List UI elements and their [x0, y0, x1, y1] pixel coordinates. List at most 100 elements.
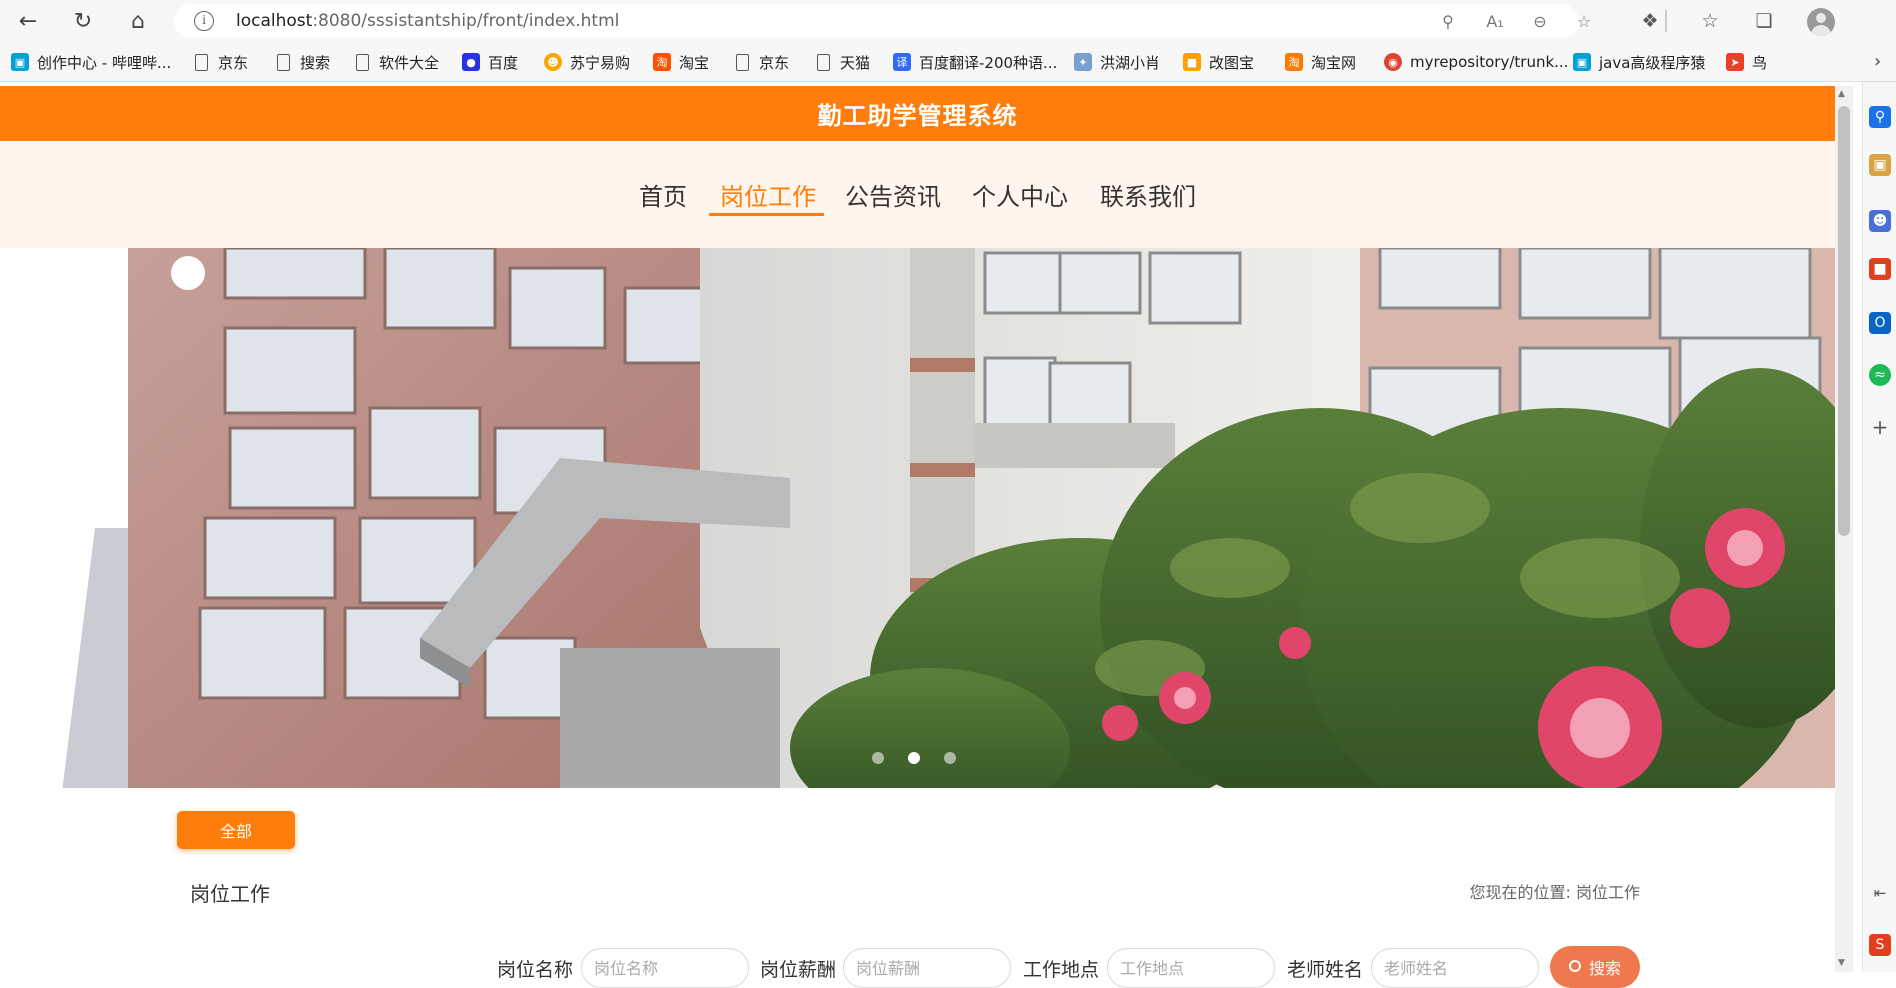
job-name-label: 岗位名称 — [497, 959, 574, 981]
bookmark-item[interactable]: 京东 — [193, 51, 248, 73]
bookmark-item[interactable]: ➤ 鸟 — [1726, 51, 1767, 73]
taobao-icon: 淘 — [1285, 53, 1303, 71]
nav-home[interactable]: 首页 — [639, 177, 687, 212]
bookmark-item[interactable]: 天猫 — [815, 51, 870, 73]
search-icon[interactable]: ⚲ — [1869, 106, 1891, 128]
site-title: 勤工助学管理系统 — [817, 102, 1018, 130]
bookmark-item[interactable]: 译百度翻译-200种语... — [893, 51, 1057, 73]
site-info-icon[interactable]: i — [194, 11, 214, 31]
translate-icon: 译 — [893, 53, 911, 71]
scroll-up-icon[interactable]: ▲ — [1838, 89, 1845, 99]
toolbar-divider — [1665, 10, 1667, 32]
bookmark-item[interactable]: 淘淘宝 — [653, 51, 709, 73]
bookmark-label: 百度 — [488, 53, 519, 72]
work-location-label: 工作地点 — [1023, 959, 1100, 981]
banner-carousel[interactable] — [0, 248, 1835, 788]
filter-all-button[interactable]: 全部 — [177, 811, 295, 849]
collections-icon[interactable]: ❏ — [1751, 8, 1777, 34]
search-button[interactable]: 搜索 — [1550, 946, 1640, 988]
profile-avatar[interactable] — [1807, 8, 1835, 36]
nav-active-underline — [709, 213, 824, 216]
read-aloud-icon[interactable]: A₁ — [1485, 12, 1505, 32]
job-salary-input[interactable] — [843, 948, 1011, 988]
office-icon[interactable]: ■ — [1869, 258, 1891, 280]
nav-jobs[interactable]: 岗位工作 — [720, 177, 816, 212]
bookmark-label: java高级程序猿 — [1599, 53, 1706, 72]
breadcrumb-current[interactable]: 岗位工作 — [1576, 883, 1640, 902]
bilibili-icon: ▣ — [11, 53, 29, 71]
bird-red-icon: ➤ — [1726, 53, 1744, 71]
home-icon[interactable]: ⌂ — [124, 7, 152, 35]
bookmark-label: 淘宝 — [679, 53, 710, 72]
work-location-input[interactable] — [1107, 948, 1275, 988]
gaitubao-icon: ■ — [1183, 53, 1201, 71]
shopping-icon[interactable]: ▣ — [1869, 154, 1891, 176]
bookmark-item[interactable]: 淘淘宝网 — [1285, 51, 1356, 73]
zoom-out-icon[interactable]: ⊖ — [1530, 12, 1550, 32]
refresh-icon[interactable]: ↻ — [69, 7, 97, 35]
bookmark-item[interactable]: ✦ 洪湖小肖 — [1074, 51, 1160, 73]
nav-profile[interactable]: 个人中心 — [972, 177, 1068, 212]
url-path: :8080/sssistantship/front/index.html — [312, 11, 620, 31]
bilibili-icon: ▣ — [1573, 53, 1591, 71]
bookmark-item[interactable]: ● 百度 — [462, 51, 518, 73]
bird-icon: ✦ — [1074, 53, 1092, 71]
favorites-icon[interactable]: ☆ — [1697, 8, 1723, 34]
bookmark-label: 创作中心 - 哔哩哔... — [37, 53, 172, 72]
page-icon — [736, 53, 749, 71]
teacher-name-input[interactable] — [1371, 948, 1539, 988]
address-bar[interactable]: i localhost:8080/sssistantship/front/ind… — [174, 4, 1591, 38]
bookmark-label: 苏宁易购 — [570, 53, 631, 72]
bookmark-label: 搜索 — [300, 53, 331, 72]
bookmark-label: 软件大全 — [379, 53, 440, 72]
chrome-icon: ◉ — [1384, 53, 1402, 71]
nav-news[interactable]: 公告资讯 — [845, 177, 941, 212]
chevron-right-icon[interactable]: › — [1874, 51, 1881, 72]
bookmark-item[interactable]: 搜索 — [275, 51, 330, 73]
scroll-down-icon[interactable]: ▼ — [1838, 958, 1845, 968]
add-icon[interactable]: + — [1869, 415, 1891, 439]
suning-icon: ☻ — [544, 53, 562, 71]
nav-contact[interactable]: 联系我们 — [1100, 177, 1196, 212]
people-icon[interactable]: ☻ — [1869, 210, 1891, 232]
taobao-icon: 淘 — [653, 53, 671, 71]
page-icon — [277, 53, 290, 71]
page-icon — [195, 53, 208, 71]
bookmark-label: 京东 — [218, 53, 249, 72]
bookmark-label: 百度翻译-200种语... — [919, 53, 1058, 72]
bookmark-item[interactable]: ☻ 苏宁易购 — [544, 51, 630, 73]
bookmark-item[interactable]: ◉ myrepository/trunk... — [1384, 51, 1568, 73]
outlook-icon[interactable]: O — [1869, 312, 1891, 334]
page-icon — [817, 53, 830, 71]
browser-sidebar: ⚲ ▣ ☻ ■ O ≈ + ⇤ S — [1862, 82, 1896, 972]
favorite-add-icon[interactable]: ☆ — [1574, 12, 1594, 32]
carousel-dot[interactable] — [944, 752, 956, 764]
s-logo-icon[interactable]: S — [1869, 934, 1891, 956]
sidebar-toggle-icon[interactable]: ⇤ — [1869, 882, 1891, 904]
url-text[interactable]: localhost:8080/sssistantship/front/index… — [236, 11, 619, 31]
teacher-name-label: 老师姓名 — [1287, 959, 1364, 981]
bookmark-label: 鸟 — [1752, 53, 1768, 72]
scrollbar-thumb[interactable] — [1838, 106, 1850, 536]
back-arrow-icon[interactable]: ← — [14, 7, 42, 35]
bookmark-label: 天猫 — [840, 53, 871, 72]
page-icon — [356, 53, 369, 71]
url-host: localhost — [236, 11, 313, 31]
spotify-icon[interactable]: ≈ — [1869, 364, 1891, 386]
job-name-input[interactable] — [581, 948, 749, 988]
carousel-dot-active[interactable] — [908, 752, 920, 764]
bookmark-label: 淘宝网 — [1311, 53, 1357, 72]
bookmark-item[interactable]: ▣ 创作中心 - 哔哩哔... — [11, 51, 171, 73]
key-icon[interactable]: ⚲ — [1438, 12, 1458, 32]
bookmark-item[interactable]: ▣ java高级程序猿 — [1573, 51, 1705, 73]
search-icon — [1568, 960, 1581, 972]
bookmark-item[interactable]: ■ 改图宝 — [1183, 51, 1254, 73]
campus-building-photo — [0, 248, 1835, 788]
search-button-label: 搜索 — [1588, 959, 1621, 978]
carousel-dot[interactable] — [872, 752, 884, 764]
bookmark-item[interactable]: 软件大全 — [354, 51, 439, 73]
baidu-paw-icon: ● — [462, 53, 480, 71]
bookmark-label: 改图宝 — [1209, 53, 1255, 72]
bookmark-item[interactable]: 京东 — [734, 51, 789, 73]
extensions-icon[interactable]: ❖ — [1637, 8, 1663, 34]
